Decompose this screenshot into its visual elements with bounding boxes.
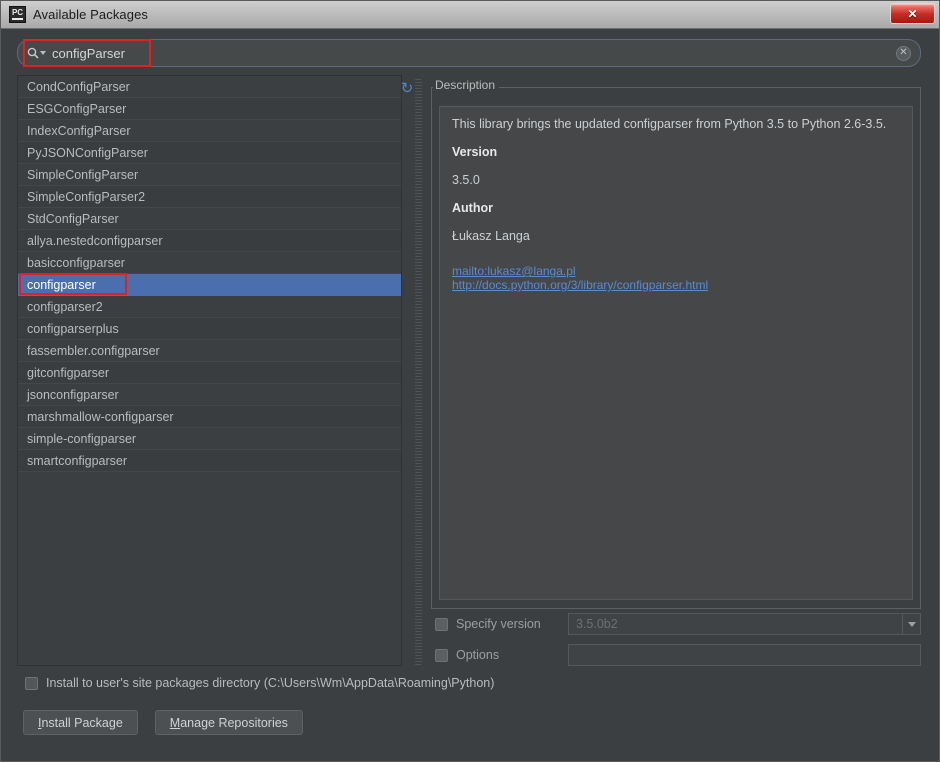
description-author-heading: Author — [452, 201, 493, 215]
specify-version-combobox[interactable]: 3.5.0b2 — [568, 613, 921, 635]
titlebar[interactable]: PC Available Packages ✕ — [1, 1, 939, 29]
description-links: mailto:lukasz@langa.pl http://docs.pytho… — [452, 264, 900, 292]
install-to-user-checkbox[interactable] — [25, 676, 38, 690]
install-to-user-label: Install to user's site packages director… — [46, 676, 495, 690]
clear-search-icon[interactable]: ✕ — [896, 45, 911, 61]
dialog-buttons: Install Package Manage Repositories — [23, 710, 303, 735]
search-input[interactable]: configParser — [52, 46, 896, 61]
window-title: Available Packages — [33, 7, 149, 22]
list-item[interactable]: configparser — [18, 274, 401, 296]
install-to-user-row[interactable]: Install to user's site packages director… — [25, 676, 494, 690]
options-row: Options — [435, 644, 921, 666]
search-icon — [27, 47, 39, 59]
description-summary: This library brings the updated configpa… — [452, 117, 887, 131]
package-list[interactable]: CondConfigParser ESGConfigParser IndexConf… — [17, 75, 402, 666]
options-input[interactable] — [568, 644, 921, 666]
list-item[interactable]: gitconfigparser — [18, 362, 401, 384]
version-dropdown-arrow-icon[interactable] — [902, 614, 920, 634]
list-item[interactable]: SimpleConfigParser — [18, 164, 401, 186]
specify-version-row: Specify version 3.5.0b2 — [435, 613, 921, 635]
list-item[interactable]: basicconfigparser — [18, 252, 401, 274]
docs-link[interactable]: http://docs.python.org/3/library/configp… — [452, 278, 900, 292]
options-label: Options — [456, 648, 500, 662]
list-item[interactable]: simple-configparser — [18, 428, 401, 450]
list-item[interactable]: marshmallow-configparser — [18, 406, 401, 428]
manage-mnemonic: M — [169, 715, 181, 730]
list-item[interactable]: ESGConfigParser — [18, 98, 401, 120]
available-packages-dialog: PC Available Packages ✕ configParser ✕ C… — [0, 0, 940, 762]
pycharm-icon: PC — [9, 6, 26, 23]
specify-version-checkbox[interactable] — [435, 617, 448, 631]
list-item[interactable]: SimpleConfigParser2 — [18, 186, 401, 208]
install-package-button[interactable]: Install Package — [23, 710, 138, 735]
mailto-link[interactable]: mailto:lukasz@langa.pl — [452, 264, 900, 278]
description-version-value: 3.5.0 — [452, 173, 480, 187]
options-checkbox[interactable] — [435, 648, 448, 662]
install-label-rest: nstall Package — [41, 715, 123, 730]
search-bar[interactable]: configParser ✕ — [17, 39, 921, 67]
list-item[interactable]: smartconfigparser — [18, 450, 401, 472]
list-item[interactable]: fassembler.configparser — [18, 340, 401, 362]
list-item[interactable]: IndexConfigParser — [18, 120, 401, 142]
list-item[interactable]: allya.nestedconfigparser — [18, 230, 401, 252]
description-legend: Description — [433, 78, 500, 92]
window-controls: ✕ — [890, 3, 935, 24]
list-item[interactable]: configparser2 — [18, 296, 401, 318]
close-button[interactable]: ✕ — [890, 3, 935, 24]
refresh-icon[interactable]: ↻ — [399, 81, 415, 97]
list-item[interactable]: CondConfigParser — [18, 76, 401, 98]
specify-version-value: 3.5.0b2 — [576, 617, 618, 631]
list-item[interactable]: StdConfigParser — [18, 208, 401, 230]
description-body: This library brings the updated configpa… — [439, 106, 913, 600]
chevron-down-icon[interactable] — [40, 51, 46, 55]
manage-label-rest: anage Repositories — [180, 715, 288, 730]
manage-repositories-button[interactable]: Manage Repositories — [154, 710, 303, 735]
list-item[interactable]: configparserplus — [18, 318, 401, 340]
specify-version-label: Specify version — [456, 617, 541, 631]
description-panel: Description This library brings the upda… — [431, 78, 921, 609]
description-author-value: Łukasz Langa — [452, 229, 530, 243]
pane-splitter[interactable] — [415, 79, 422, 665]
list-item[interactable]: jsonconfigparser — [18, 384, 401, 406]
description-version-heading: Version — [452, 145, 498, 159]
list-item[interactable]: PyJSONConfigParser — [18, 142, 401, 164]
